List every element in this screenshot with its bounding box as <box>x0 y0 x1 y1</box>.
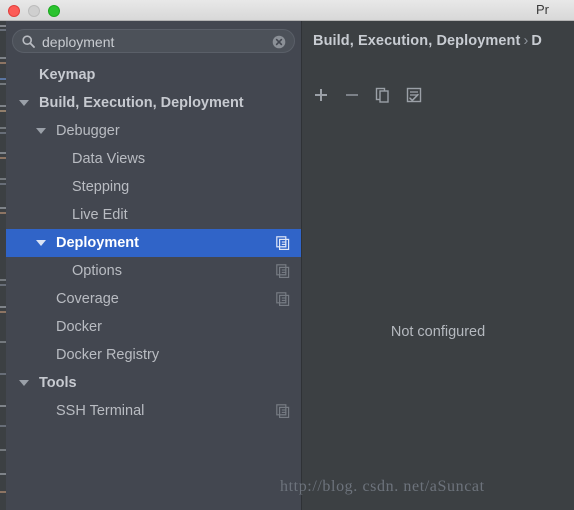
settings-sidebar: deployment Keymap Build, Execution, Deplo… <box>6 21 301 510</box>
sidebar-item-data-views[interactable]: Data Views <box>6 145 301 173</box>
sidebar-item-label: Keymap <box>39 67 96 83</box>
sidebar-item-options[interactable]: Options <box>6 257 301 285</box>
breadcrumb-separator-icon: › <box>523 33 529 49</box>
sidebar-item-debugger[interactable]: Debugger <box>6 117 301 145</box>
chevron-down-icon[interactable] <box>36 128 46 134</box>
settings-tree[interactable]: Keymap Build, Execution, Deployment Debugg… <box>6 61 301 510</box>
sidebar-item-build-execution-deployment[interactable]: Build, Execution, Deployment <box>6 89 301 117</box>
empty-state-message: Not configured <box>390 324 486 340</box>
sidebar-item-tools[interactable]: Tools <box>6 369 301 397</box>
sidebar-item-label: Docker Registry <box>56 347 160 363</box>
detail-panel: Build, Execution, Deployment › D Not con… <box>302 21 574 510</box>
copy-button[interactable] <box>372 84 394 106</box>
clear-icon[interactable] <box>272 35 286 49</box>
search-box[interactable]: deployment <box>12 29 295 53</box>
sidebar-item-label: Live Edit <box>72 207 128 223</box>
watermark-text: http://blog. csdn. net/aSuncat <box>280 478 485 495</box>
remove-button[interactable] <box>341 84 363 106</box>
sidebar-item-coverage[interactable]: Coverage <box>6 285 301 313</box>
chevron-down-icon[interactable] <box>36 240 46 246</box>
sidebar-item-live-edit[interactable]: Live Edit <box>6 201 301 229</box>
copy-icon[interactable] <box>276 292 290 307</box>
sidebar-item-keymap[interactable]: Keymap <box>6 61 301 89</box>
sidebar-item-label: SSH Terminal <box>56 403 145 419</box>
search-input-value[interactable]: deployment <box>42 33 114 51</box>
copy-icon[interactable] <box>276 404 290 419</box>
deployment-toolbar <box>310 84 430 106</box>
breadcrumb-root[interactable]: Build, Execution, Deployment <box>313 33 520 49</box>
add-button[interactable] <box>310 84 332 106</box>
sidebar-item-docker-registry[interactable]: Docker Registry <box>6 341 301 369</box>
checklist-icon[interactable] <box>403 84 425 106</box>
sidebar-item-label: Docker <box>56 319 102 335</box>
sidebar-item-ssh-terminal[interactable]: SSH Terminal <box>6 397 301 425</box>
minimize-button[interactable] <box>28 5 40 17</box>
copy-icon[interactable] <box>276 264 290 279</box>
sidebar-item-label: Data Views <box>72 151 146 167</box>
sidebar-item-label: Tools <box>39 375 77 391</box>
maximize-button[interactable] <box>48 5 60 17</box>
sidebar-item-deployment[interactable]: Deployment <box>6 229 301 257</box>
sidebar-item-label: Options <box>72 263 122 279</box>
window-controls <box>8 5 60 17</box>
preferences-window: Pr deployment Keymap Build, Execution, D… <box>0 0 574 510</box>
chevron-down-icon[interactable] <box>19 100 29 106</box>
search-field[interactable]: deployment <box>12 29 295 53</box>
sidebar-item-label: Coverage <box>56 291 119 307</box>
sidebar-item-label: Stepping <box>72 179 130 195</box>
sidebar-item-label: Deployment <box>56 235 139 251</box>
breadcrumb-leaf[interactable]: D <box>531 33 542 49</box>
breadcrumb: Build, Execution, Deployment › D <box>313 33 542 49</box>
search-icon <box>22 35 35 48</box>
close-button[interactable] <box>8 5 20 17</box>
sidebar-item-docker[interactable]: Docker <box>6 313 301 341</box>
window-title: Pr <box>536 2 549 17</box>
sidebar-item-stepping[interactable]: Stepping <box>6 173 301 201</box>
window-titlebar: Pr <box>0 0 574 21</box>
sidebar-item-label: Debugger <box>56 123 120 139</box>
chevron-down-icon[interactable] <box>19 380 29 386</box>
copy-icon[interactable] <box>276 236 290 251</box>
sidebar-item-label: Build, Execution, Deployment <box>39 95 244 111</box>
